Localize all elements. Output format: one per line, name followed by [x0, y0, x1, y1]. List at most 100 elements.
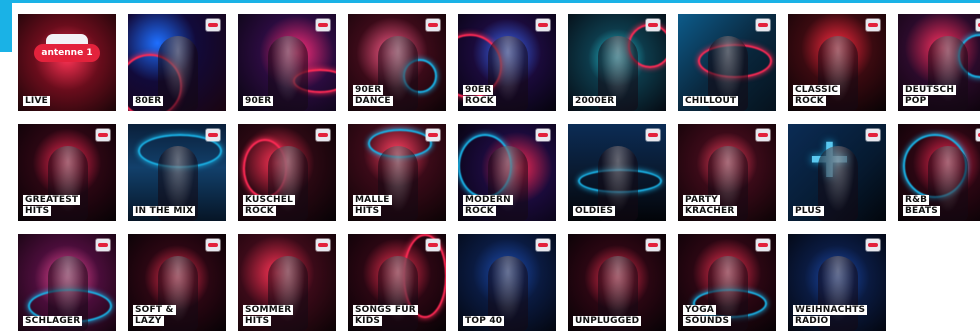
tile-label-line: OLDIES: [573, 206, 616, 216]
tile-label-line: BEATS: [903, 206, 940, 216]
stream-tile[interactable]: antenne 1 LIVE: [18, 14, 116, 111]
antenne-mini-logo-icon: [426, 239, 440, 251]
antenne-mini-logo-icon: [976, 19, 980, 31]
tile-label: CHILLOUT: [683, 96, 739, 106]
tile-label: SCHLAGER: [23, 316, 83, 326]
antenne-logo: antenne 1: [34, 34, 100, 72]
antenne-mini-logo-icon: [866, 239, 880, 251]
tile-label-line: POP: [903, 96, 929, 106]
antenne-mini-logo-icon: [536, 19, 550, 31]
tile-label-line: CLASSIC: [793, 85, 841, 95]
antenne-mini-logo-icon: [646, 129, 660, 141]
tile-label: MALLE HITS: [353, 195, 392, 216]
tile-label: 80ER: [133, 96, 164, 106]
tile-label-line: SOFT &: [133, 305, 176, 315]
stream-tile[interactable]: CHILLOUT: [678, 14, 776, 111]
top-accent-line: [0, 0, 980, 3]
stream-tile[interactable]: 90ER DANCE: [348, 14, 446, 111]
antenne-mini-logo-icon: [756, 129, 770, 141]
tile-label-line: CHILLOUT: [683, 96, 739, 106]
tile-label: 90ER DANCE: [353, 85, 393, 106]
tile-label-line: LIVE: [23, 96, 50, 106]
stream-tile[interactable]: 80ER: [128, 14, 226, 111]
tile-label-line: HITS: [243, 316, 272, 326]
tile-label-line: ROCK: [243, 206, 276, 216]
stream-tile[interactable]: YOGA SOUNDS: [678, 234, 776, 331]
antenne-mini-logo-icon: [316, 129, 330, 141]
tile-label-line: 90ER: [353, 85, 384, 95]
tile-label-line: KUSCHEL: [243, 195, 296, 205]
tile-label-line: HITS: [23, 206, 52, 216]
stream-tile[interactable]: SOMMER HITS: [238, 234, 336, 331]
tile-label-line: GREATEST: [23, 195, 81, 205]
stream-tile[interactable]: OLDIES: [568, 124, 666, 221]
stream-tile[interactable]: 90ER ROCK: [458, 14, 556, 111]
antenne-mini-logo-icon: [756, 239, 770, 251]
antenne-mini-logo-icon: [426, 19, 440, 31]
antenne-mini-logo-icon: [646, 19, 660, 31]
tile-label-line: IN THE MIX: [133, 206, 196, 216]
artist-silhouette: [158, 36, 198, 111]
tile-label-line: 80ER: [133, 96, 164, 106]
artist-silhouette: [268, 36, 308, 111]
stream-tile[interactable]: MODERN ROCK: [458, 124, 556, 221]
stream-tile[interactable]: UNPLUGGED: [568, 234, 666, 331]
tile-label: DEUTSCH POP: [903, 85, 957, 106]
tile-label: KUSCHEL ROCK: [243, 195, 296, 216]
stream-tile[interactable]: 90ER: [238, 14, 336, 111]
tile-label-line: RADIO: [793, 316, 831, 326]
tile-label: PARTY KRACHER: [683, 195, 737, 216]
stream-tile[interactable]: PARTY KRACHER: [678, 124, 776, 221]
tile-label: UNPLUGGED: [573, 316, 642, 326]
left-accent-bar: [0, 0, 12, 52]
antenne-mini-logo-icon: [316, 19, 330, 31]
tile-label-line: YOGA: [683, 305, 716, 315]
stream-tile[interactable]: IN THE MIX: [128, 124, 226, 221]
tile-label: IN THE MIX: [133, 206, 196, 216]
tile-label-line: WEIHNACHTS: [793, 305, 868, 315]
tile-label: GREATEST HITS: [23, 195, 81, 216]
antenne-mini-logo-icon: [316, 239, 330, 251]
tile-label-line: TOP 40: [463, 316, 505, 326]
tile-label: YOGA SOUNDS: [683, 305, 732, 326]
stream-tile[interactable]: 2000ER: [568, 14, 666, 111]
tile-label-line: MALLE: [353, 195, 392, 205]
stream-tile[interactable]: SCHLAGER: [18, 234, 116, 331]
tile-label-line: ROCK: [463, 206, 496, 216]
tile-label-line: PLUS: [793, 206, 824, 216]
tile-label-line: ROCK: [463, 96, 496, 106]
tile-label: LIVE: [23, 96, 50, 106]
stream-tile[interactable]: R&B BEATS: [898, 124, 980, 221]
tile-label: R&B BEATS: [903, 195, 940, 216]
stream-tile[interactable]: CLASSIC ROCK: [788, 14, 886, 111]
antenne-mini-logo-icon: [426, 129, 440, 141]
tile-label-line: LAZY: [133, 316, 164, 326]
stream-tile[interactable]: SOFT & LAZY: [128, 234, 226, 331]
antenne-mini-logo-icon: [866, 129, 880, 141]
stream-tile[interactable]: GREATEST HITS: [18, 124, 116, 221]
stream-tile[interactable]: MALLE HITS: [348, 124, 446, 221]
stream-tile[interactable]: +PLUS: [788, 124, 886, 221]
antenne-mini-logo-icon: [206, 239, 220, 251]
tile-label-line: ROCK: [793, 96, 826, 106]
tile-label-line: 90ER: [463, 85, 494, 95]
tile-label-line: UNPLUGGED: [573, 316, 642, 326]
tile-label: MODERN ROCK: [463, 195, 513, 216]
tile-label: TOP 40: [463, 316, 505, 326]
tile-label: PLUS: [793, 206, 824, 216]
tile-label-line: 2000ER: [573, 96, 617, 106]
tile-label-line: KIDS: [353, 316, 383, 326]
tile-label-line: SOUNDS: [683, 316, 732, 326]
antenne-mini-logo-icon: [96, 129, 110, 141]
stream-tile[interactable]: DEUTSCH POP: [898, 14, 980, 111]
tile-label-line: HITS: [353, 206, 382, 216]
tile-label: 2000ER: [573, 96, 617, 106]
tile-label-line: PARTY: [683, 195, 720, 205]
tile-label: CLASSIC ROCK: [793, 85, 841, 106]
stream-tile[interactable]: KUSCHEL ROCK: [238, 124, 336, 221]
tile-label: 90ER: [243, 96, 274, 106]
stream-tile[interactable]: TOP 40: [458, 234, 556, 331]
artist-silhouette: [818, 146, 858, 221]
stream-tile[interactable]: WEIHNACHTS RADIO: [788, 234, 886, 331]
stream-tile[interactable]: SONGS FÜR KIDS: [348, 234, 446, 331]
